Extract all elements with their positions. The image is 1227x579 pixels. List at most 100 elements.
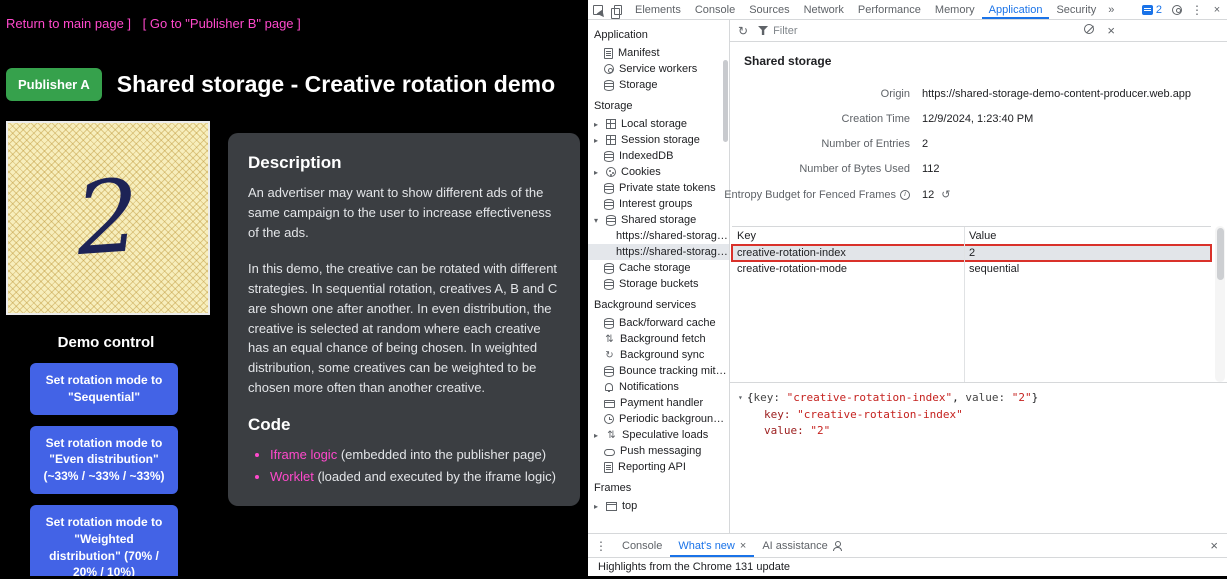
table-row[interactable]: creative-rotation-mode sequential <box>732 261 1211 277</box>
sidebar-section-application: Application <box>588 22 729 45</box>
sidebar-item-label: Shared storage <box>621 214 696 226</box>
ai-assistance-icon <box>833 541 842 551</box>
tab-performance[interactable]: Performance <box>851 0 928 19</box>
sidebar-item-label: Bounce tracking miti… <box>619 365 729 377</box>
sidebar-item-label: Session storage <box>621 134 700 146</box>
disclosure-triangle-icon[interactable]: ▾ <box>591 216 601 225</box>
drawer-menu-icon[interactable]: ⋮ <box>588 534 614 557</box>
tab-network[interactable]: Network <box>797 0 851 19</box>
delete-selected-icon[interactable]: × <box>1107 23 1115 38</box>
close-tab-icon[interactable]: × <box>740 540 746 552</box>
delete-all-icon[interactable] <box>1084 24 1094 37</box>
preview-property-row[interactable]: key: "creative-rotation-index" <box>738 407 1219 424</box>
origin-label: Origin <box>734 88 910 100</box>
sidebar-item-reporting-api[interactable]: Reporting API <box>588 459 729 475</box>
entropy-value: 12↺ <box>922 188 1191 201</box>
sidebar-item-shared-storage-origin[interactable]: https://shared-storage… <box>588 244 729 260</box>
shared-storage-icon <box>606 215 616 226</box>
refresh-icon[interactable]: ↻ <box>738 24 748 38</box>
disclosure-triangle-icon[interactable]: ▸ <box>591 120 601 129</box>
disclosure-triangle-icon[interactable]: ▸ <box>591 136 601 145</box>
sidebar-item-cookies[interactable]: ▸Cookies <box>588 164 729 180</box>
disclosure-triangle-icon[interactable]: ▸ <box>591 431 601 440</box>
tab-sources[interactable]: Sources <box>742 0 796 19</box>
sidebar-item-session-storage[interactable]: ▸ Session storage <box>588 132 729 148</box>
sidebar-item-label: https://shared-storage… <box>616 246 729 258</box>
set-weighted-distribution-button[interactable]: Set rotation mode to "Weighted distribut… <box>30 505 178 579</box>
table-row-selected[interactable]: creative-rotation-index 2 <box>732 245 1211 261</box>
inspect-element-icon[interactable] <box>588 0 608 19</box>
drawer-close-icon[interactable]: × <box>1201 534 1227 557</box>
ad-creative-frame[interactable]: 2 <box>6 121 210 315</box>
table-scrollbar[interactable] <box>1215 226 1225 382</box>
sidebar-item-label: https://shared-storage… <box>616 230 729 242</box>
sidebar-item-shared-storage[interactable]: ▾ Shared storage <box>588 212 729 228</box>
info-icon[interactable]: i <box>900 190 910 200</box>
sidebar-item-bounce-tracking[interactable]: Bounce tracking miti… <box>588 363 729 379</box>
storage-items-table: Key Value creative-rotation-index 2 crea… <box>732 226 1211 383</box>
devtools-close-icon[interactable]: × <box>1207 0 1227 19</box>
iframe-logic-link[interactable]: Iframe logic <box>270 447 337 462</box>
more-tabs-icon[interactable]: » <box>1103 0 1119 19</box>
publisher-b-link[interactable]: [ Go to "Publisher B" page ] <box>143 16 301 31</box>
reset-budget-icon[interactable]: ↺ <box>941 188 950 201</box>
column-header-value[interactable]: Value <box>964 230 1211 242</box>
sidebar-item-storage[interactable]: Storage <box>588 77 729 93</box>
column-header-key[interactable]: Key <box>732 230 964 242</box>
sidebar-item-payment-handler[interactable]: Payment handler <box>588 395 729 411</box>
sidebar-item-private-state-tokens[interactable]: Private state tokens <box>588 180 729 196</box>
expand-triangle-icon[interactable]: ▾ <box>738 390 743 405</box>
table-icon <box>606 119 616 129</box>
sidebar-scrollbar[interactable] <box>723 60 728 142</box>
sidebar-item-periodic-background-sync[interactable]: Periodic backgroun… <box>588 411 729 427</box>
sidebar-item-background-sync[interactable]: ↻Background sync <box>588 347 729 363</box>
sidebar-item-speculative-loads[interactable]: ▸⇅Speculative loads <box>588 427 729 443</box>
worklet-link[interactable]: Worklet <box>270 469 314 484</box>
sidebar-item-service-workers[interactable]: Service workers <box>588 61 729 77</box>
set-sequential-button[interactable]: Set rotation mode to "Sequential" <box>30 363 178 415</box>
return-main-link[interactable]: Return to main page ] <box>6 16 131 31</box>
scrollbar-thumb[interactable] <box>1217 228 1224 280</box>
issues-counter[interactable]: 2 <box>1137 0 1167 19</box>
preview-summary-row[interactable]: ▾ {key: "creative-rotation-index", value… <box>738 390 1219 407</box>
column-divider[interactable] <box>964 227 965 383</box>
sidebar-item-interest-groups[interactable]: Interest groups <box>588 196 729 212</box>
sidebar-item-background-fetch[interactable]: ⇅Background fetch <box>588 331 729 347</box>
sidebar-item-notifications[interactable]: Notifications <box>588 379 729 395</box>
tab-elements[interactable]: Elements <box>628 0 688 19</box>
sidebar-item-back-forward-cache[interactable]: Back/forward cache <box>588 315 729 331</box>
sidebar-item-label: Reporting API <box>618 461 686 473</box>
settings-gear-icon[interactable] <box>1167 0 1187 19</box>
disclosure-triangle-icon[interactable]: ▸ <box>591 168 601 177</box>
preview-property-row[interactable]: value: "2" <box>738 423 1219 440</box>
device-toolbar-icon[interactable] <box>608 0 628 19</box>
tab-security[interactable]: Security <box>1049 0 1103 19</box>
sidebar-item-manifest[interactable]: Manifest <box>588 45 729 61</box>
sidebar-item-label: Background sync <box>620 349 704 361</box>
sidebar-item-indexeddb[interactable]: IndexedDB <box>588 148 729 164</box>
sidebar-item-top-frame[interactable]: ▸top <box>588 498 729 514</box>
drawer-tab-ai-assistance[interactable]: AI assistance <box>754 534 849 557</box>
cloud-icon <box>604 449 615 456</box>
drawer-tab-whats-new[interactable]: What's new× <box>670 534 754 557</box>
tab-console[interactable]: Console <box>688 0 742 19</box>
disclosure-triangle-icon[interactable]: ▸ <box>591 502 601 511</box>
sidebar-item-storage-buckets[interactable]: Storage buckets <box>588 276 729 292</box>
sidebar-item-shared-storage-origin[interactable]: https://shared-storage… <box>588 228 729 244</box>
drawer-tab-console[interactable]: Console <box>614 534 670 557</box>
sidebar-section-frames: Frames <box>588 475 729 498</box>
description-heading: Description <box>248 153 560 173</box>
kebab-menu-icon[interactable]: ⋮ <box>1187 0 1207 19</box>
sidebar-item-local-storage[interactable]: ▸Local storage <box>588 116 729 132</box>
sidebar-item-label: Cache storage <box>619 262 691 274</box>
description-panel: Description An advertiser may want to sh… <box>228 133 580 506</box>
sidebar-item-push-messaging[interactable]: Push messaging <box>588 443 729 459</box>
status-text: Highlights from the Chrome 131 update <box>598 561 790 573</box>
set-even-distribution-button[interactable]: Set rotation mode to "Even distribution"… <box>30 426 178 494</box>
frame-icon <box>606 502 617 511</box>
sidebar-item-cache-storage[interactable]: Cache storage <box>588 260 729 276</box>
tab-memory[interactable]: Memory <box>928 0 982 19</box>
tab-application[interactable]: Application <box>982 0 1050 19</box>
filter-control[interactable]: Filter <box>758 25 797 37</box>
entropy-label: Entropy Budget for Fenced Framesi <box>734 189 910 201</box>
